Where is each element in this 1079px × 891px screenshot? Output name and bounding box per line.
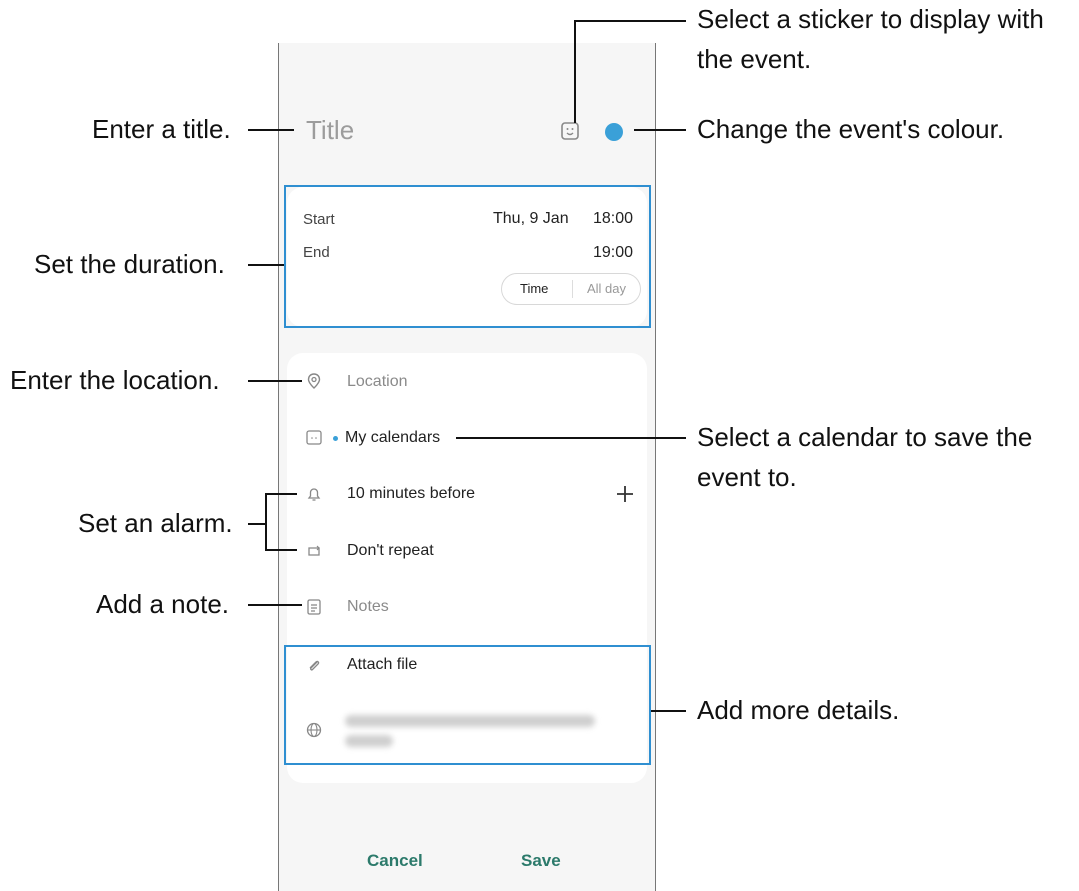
alarm-callout: Set an alarm.	[78, 508, 233, 538]
notes-field[interactable]: Notes	[347, 598, 389, 616]
calendar-icon	[306, 430, 322, 445]
notes-icon	[307, 599, 321, 615]
calendar-colour-dot	[333, 436, 338, 441]
title-callout: Enter a title.	[92, 114, 231, 144]
duration-callout: Set the duration.	[34, 249, 225, 279]
title-input[interactable]: Title	[306, 115, 354, 146]
sticker-callout: Select a sticker to display with	[697, 4, 1044, 34]
bell-icon	[307, 488, 321, 501]
note-callout: Add a note.	[96, 589, 229, 619]
more-leader	[651, 710, 686, 712]
location-field[interactable]: Location	[347, 373, 408, 391]
duration-leader	[248, 264, 284, 266]
more-details-highlight	[284, 645, 651, 765]
sticker-icon[interactable]	[560, 121, 580, 141]
sticker-leader-v	[574, 20, 576, 123]
colour-callout: Change the event's colour.	[697, 114, 1005, 144]
title-row: Title	[279, 103, 655, 155]
colour-leader	[634, 129, 686, 131]
save-button[interactable]: Save	[521, 851, 561, 871]
sticker-callout-line2: the event.	[697, 44, 812, 74]
calendar-selector[interactable]: My calendars	[345, 429, 440, 447]
alarm-leader	[248, 523, 266, 525]
more-details-callout: Add more details.	[697, 695, 900, 725]
duration-highlight	[284, 185, 651, 328]
note-leader	[248, 604, 302, 606]
cancel-button[interactable]: Cancel	[367, 851, 423, 871]
event-colour-dot[interactable]	[605, 123, 623, 141]
calendar-callout-line2: event to.	[697, 462, 797, 492]
title-leader	[248, 129, 294, 131]
alarm-bracket-top	[265, 493, 297, 495]
location-leader	[248, 380, 302, 382]
calendar-callout: Select a calendar to save the	[697, 422, 1033, 452]
repeat-icon	[308, 545, 320, 556]
location-callout: Enter the location.	[10, 365, 220, 395]
calendar-leader	[456, 437, 686, 439]
alarm-bracket-bottom	[265, 549, 297, 551]
alarm-bracket-v	[265, 493, 267, 551]
add-alarm-plus-icon[interactable]	[615, 484, 635, 504]
alarm-field[interactable]: 10 minutes before	[347, 485, 475, 503]
location-pin-icon	[307, 373, 321, 389]
repeat-field[interactable]: Don't repeat	[347, 542, 434, 560]
sticker-leader-h	[574, 20, 686, 22]
